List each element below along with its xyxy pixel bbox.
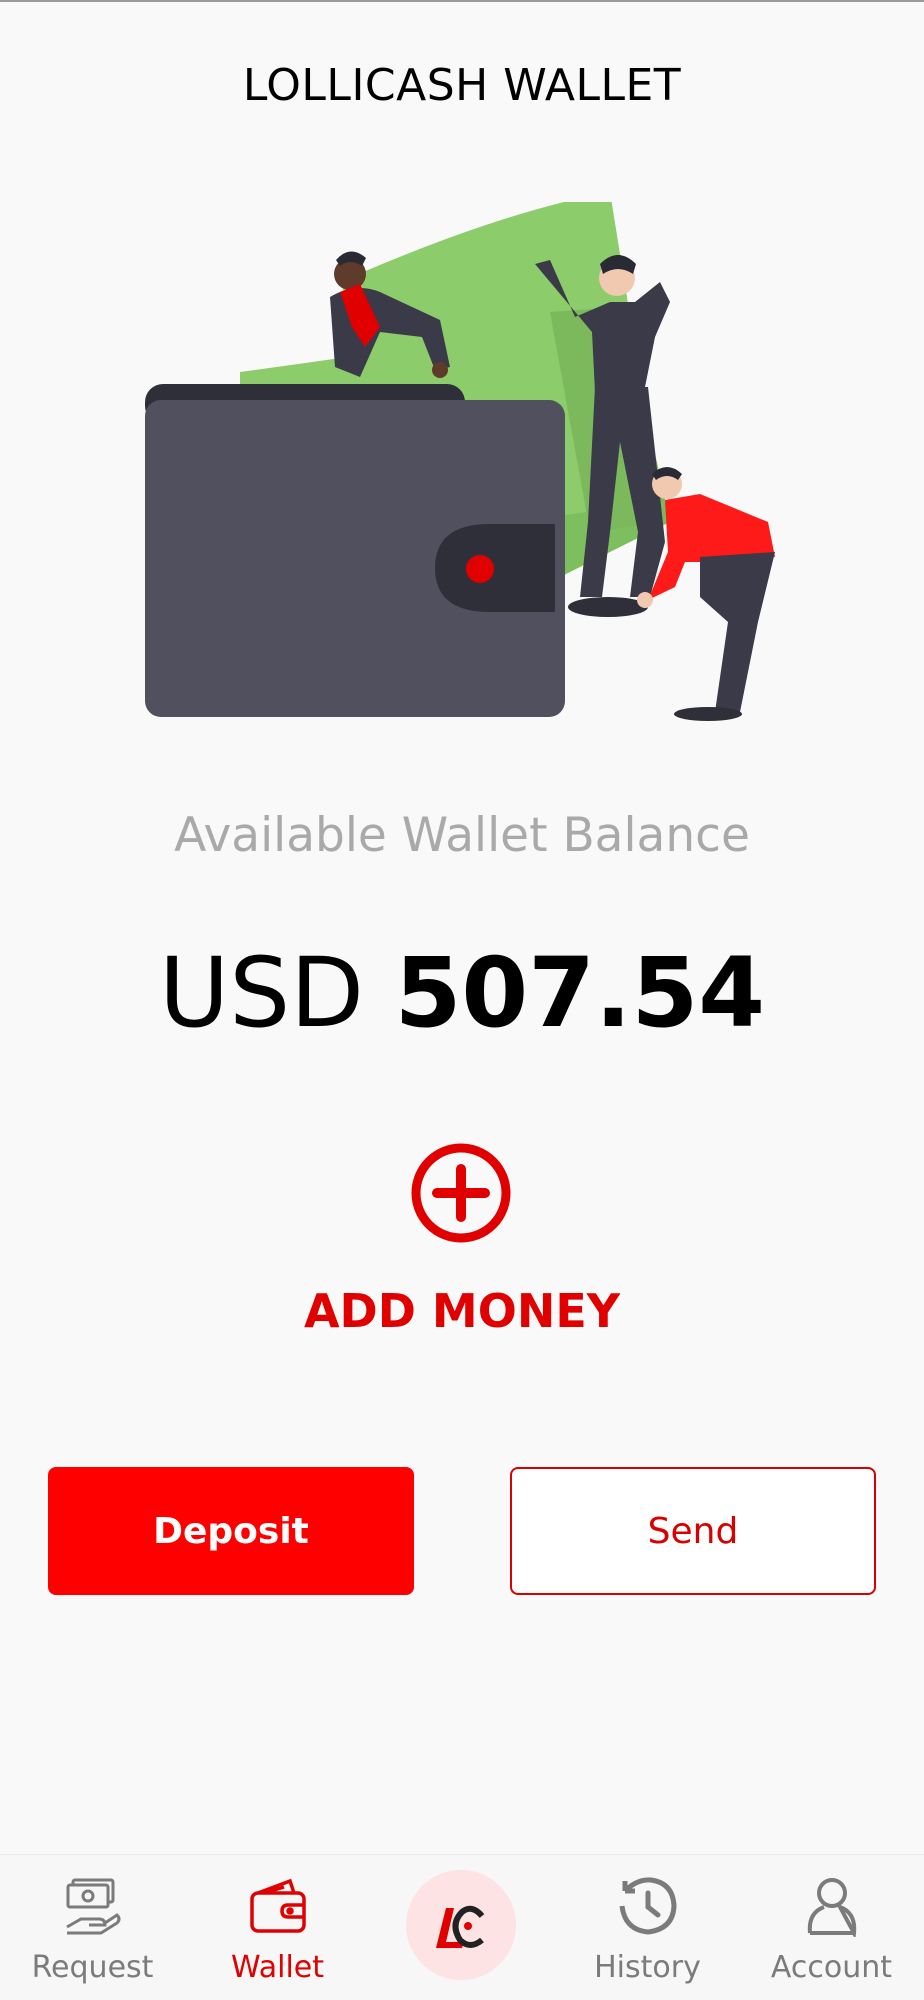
wallet-illustration: [145, 202, 775, 721]
wallet-icon: [249, 1878, 306, 1933]
page-title: LOLLICASH WALLET: [242, 60, 682, 111]
account-icon: [807, 1878, 856, 1937]
deposit-button[interactable]: Deposit: [48, 1467, 414, 1595]
nav-label-account: Account: [770, 1950, 893, 1985]
add-money-link[interactable]: ADD MONEY: [0, 1284, 924, 1338]
nav-label-wallet: Wallet: [230, 1950, 325, 1985]
wallet-screen: LOLLICASH WALLET Available Wallet Balanc…: [0, 0, 924, 2000]
nav-item-wallet[interactable]: Wallet: [185, 1855, 370, 2000]
balance-amount: USD 507.54: [0, 937, 924, 1049]
bottom-navigation: Request Wallet History Account: [0, 1854, 924, 2000]
balance-label: Available Wallet Balance: [174, 808, 750, 863]
balance-value: 507.54: [394, 937, 766, 1049]
nav-item-history[interactable]: History: [555, 1855, 740, 2000]
plus-circle-icon[interactable]: [410, 1142, 512, 1244]
nav-label-history: History: [594, 1950, 701, 1985]
lollicash-logo-icon: [436, 1905, 485, 1948]
send-button[interactable]: Send: [510, 1467, 876, 1595]
nav-label-request: Request: [31, 1950, 154, 1985]
lollicash-home-button[interactable]: [406, 1870, 516, 1980]
history-icon: [619, 1877, 677, 1935]
request-money-icon: [65, 1878, 120, 1935]
balance-currency: USD: [158, 937, 365, 1049]
nav-item-account[interactable]: Account: [739, 1855, 924, 2000]
nav-item-request[interactable]: Request: [0, 1855, 185, 2000]
